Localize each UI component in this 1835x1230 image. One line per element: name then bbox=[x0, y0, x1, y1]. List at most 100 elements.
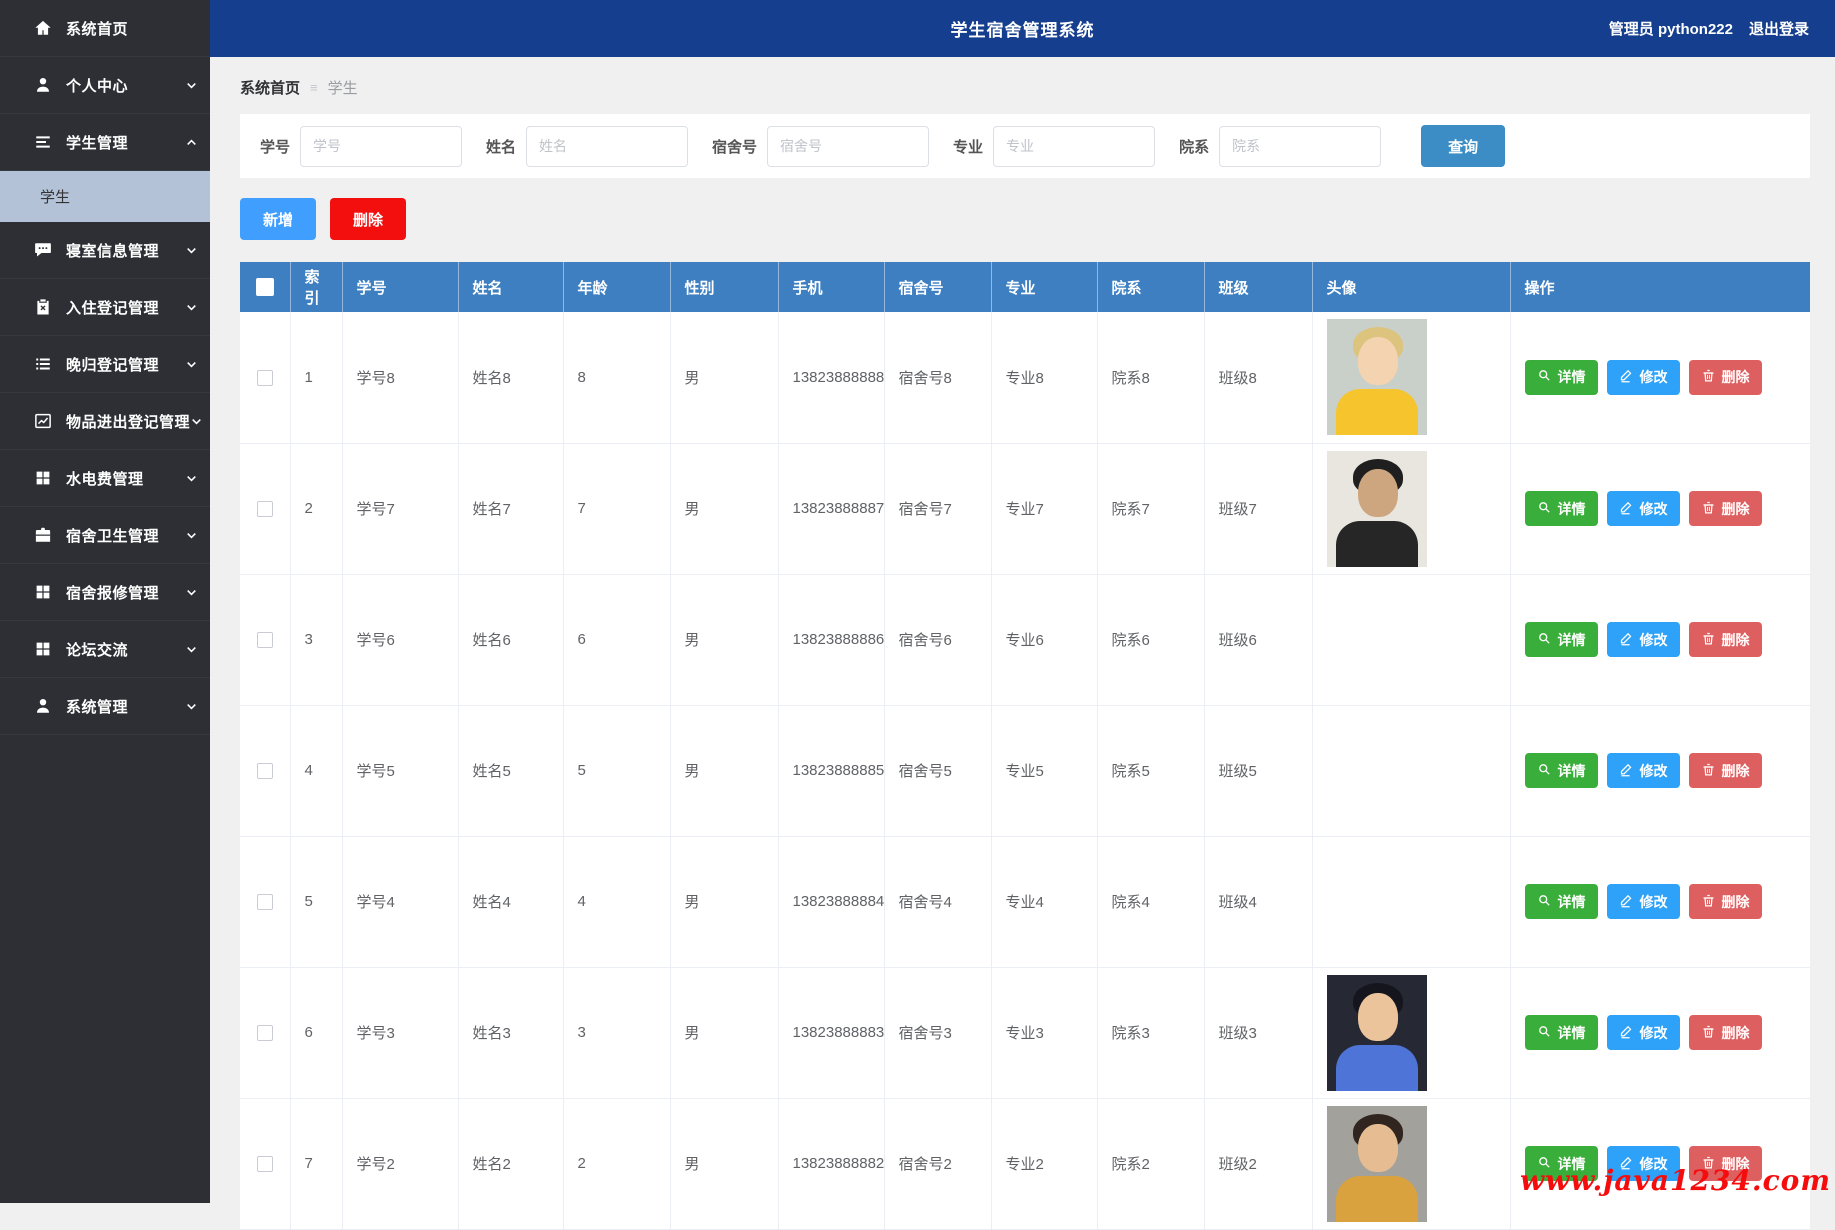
edit-button[interactable]: 修改 bbox=[1606, 491, 1680, 526]
row-checkbox[interactable] bbox=[256, 1156, 273, 1173]
cell-student_no: 学号3 bbox=[342, 967, 459, 1099]
add-button[interactable]: 新增 bbox=[240, 198, 316, 240]
cell-age: 5 bbox=[563, 705, 671, 837]
trash-icon bbox=[1701, 762, 1716, 780]
pencil-icon bbox=[1619, 893, 1634, 911]
edit-button[interactable]: 修改 bbox=[1606, 1015, 1680, 1050]
student-avatar bbox=[1326, 974, 1427, 1091]
cell-actions: 详情 修改 删除 bbox=[1510, 836, 1810, 968]
sidebar-subitem-active[interactable]: 学生 bbox=[0, 171, 210, 222]
logout-link[interactable]: 退出登录 bbox=[1749, 18, 1809, 39]
chevron-down-icon bbox=[185, 529, 198, 542]
sidebar-item-10[interactable]: 论坛交流 bbox=[0, 621, 210, 678]
user-icon bbox=[33, 75, 53, 95]
sidebar-item-6[interactable]: 物品进出登记管理 bbox=[0, 393, 210, 450]
pencil-icon bbox=[1619, 631, 1634, 649]
sidebar-item-3[interactable]: 寝室信息管理 bbox=[0, 222, 210, 279]
column-header-name: 姓名 bbox=[458, 262, 564, 312]
cell-dorm_no: 宿舍号5 bbox=[884, 705, 992, 837]
row-checkbox[interactable] bbox=[256, 1025, 273, 1042]
delete-button[interactable]: 删除 bbox=[330, 198, 406, 240]
row-checkbox[interactable] bbox=[256, 763, 273, 780]
sidebar-item-7[interactable]: 水电费管理 bbox=[0, 450, 210, 507]
row-checkbox[interactable] bbox=[256, 369, 273, 386]
cell-actions: 详情 修改 删除 bbox=[1510, 705, 1810, 837]
filter-group-1: 姓名 bbox=[486, 125, 689, 167]
filter-group-0: 学号 bbox=[260, 125, 463, 167]
clipboard-icon bbox=[33, 297, 53, 317]
row-checkbox[interactable] bbox=[256, 894, 273, 911]
chart-icon bbox=[33, 411, 53, 431]
grid-icon bbox=[33, 582, 53, 602]
sidebar-item-1[interactable]: 个人中心 bbox=[0, 57, 210, 114]
column-header-major: 专业 bbox=[991, 262, 1098, 312]
students-table: 索引 学号 姓名 年龄 性别 手机 宿舍号 专业 院系 班级 头像 操作 1 学号8 姓名8 8 男 13823… bbox=[240, 262, 1810, 1230]
detail-button[interactable]: 详情 bbox=[1524, 884, 1598, 919]
sidebar-item-label: 入住登记管理 bbox=[66, 299, 160, 317]
sidebar-item-11[interactable]: 系统管理 bbox=[0, 678, 210, 735]
cell-index: 5 bbox=[290, 836, 343, 968]
select-all-checkbox[interactable] bbox=[255, 278, 274, 297]
detail-button[interactable]: 详情 bbox=[1524, 753, 1598, 788]
edit-button[interactable]: 修改 bbox=[1606, 753, 1680, 788]
cell-major: 专业6 bbox=[991, 574, 1098, 706]
sidebar-item-8[interactable]: 宿舍卫生管理 bbox=[0, 507, 210, 564]
filter-label: 院系 bbox=[1179, 138, 1210, 156]
cell-department: 院系2 bbox=[1097, 1098, 1205, 1230]
filter-input-1[interactable] bbox=[526, 125, 689, 167]
search-button[interactable]: 查询 bbox=[1421, 125, 1506, 167]
sidebar-item-5[interactable]: 晚归登记管理 bbox=[0, 336, 210, 393]
sidebar-item-2[interactable]: 学生管理 bbox=[0, 114, 210, 171]
cell-name: 姓名5 bbox=[458, 705, 564, 837]
detail-button[interactable]: 详情 bbox=[1524, 1015, 1598, 1050]
trash-icon bbox=[1701, 1024, 1716, 1042]
edit-button[interactable]: 修改 bbox=[1606, 622, 1680, 657]
cell-checkbox bbox=[240, 705, 291, 837]
filter-input-4[interactable] bbox=[1219, 125, 1382, 167]
chevron-down-icon bbox=[185, 586, 198, 599]
sidebar-item-4[interactable]: 入住登记管理 bbox=[0, 279, 210, 336]
cell-phone: 13823888887 bbox=[778, 443, 885, 575]
sidebar-item-label: 宿舍报修管理 bbox=[66, 584, 160, 602]
row-checkbox[interactable] bbox=[256, 632, 273, 649]
student-avatar bbox=[1326, 450, 1427, 567]
sidebar-item-label: 水电费管理 bbox=[66, 470, 144, 488]
row-checkbox[interactable] bbox=[256, 501, 273, 518]
cell-age: 8 bbox=[563, 312, 671, 444]
row-delete-button[interactable]: 删除 bbox=[1688, 491, 1762, 526]
filter-input-3[interactable] bbox=[993, 125, 1156, 167]
current-user: 管理员 python222 bbox=[1608, 21, 1733, 38]
cell-department: 院系6 bbox=[1097, 574, 1205, 706]
edit-button[interactable]: 修改 bbox=[1606, 359, 1680, 395]
filter-input-0[interactable] bbox=[300, 125, 463, 167]
cell-avatar bbox=[1312, 967, 1511, 1099]
breadcrumb-home[interactable]: 系统首页 bbox=[240, 77, 300, 98]
breadcrumb: 系统首页 ≡ 学生 bbox=[240, 77, 1810, 98]
cell-class_name: 班级4 bbox=[1204, 836, 1313, 968]
cell-major: 专业4 bbox=[991, 836, 1098, 968]
row-delete-button[interactable]: 删除 bbox=[1688, 622, 1762, 657]
table-row: 6 学号3 姓名3 3 男 13823888883 宿舍号3 专业3 院系3 班级3 详情 修改 删除 bbox=[240, 967, 1810, 1099]
row-delete-button[interactable]: 删除 bbox=[1688, 359, 1762, 395]
detail-button[interactable]: 详情 bbox=[1524, 491, 1598, 526]
cell-actions: 详情 修改 删除 bbox=[1510, 574, 1810, 706]
detail-button[interactable]: 详情 bbox=[1524, 359, 1598, 395]
cell-checkbox bbox=[240, 443, 291, 575]
cell-class_name: 班级8 bbox=[1204, 312, 1313, 444]
cell-actions: 详情 修改 删除 bbox=[1510, 967, 1810, 1099]
column-header-gender: 性别 bbox=[670, 262, 779, 312]
cell-gender: 男 bbox=[670, 312, 779, 444]
cell-checkbox bbox=[240, 312, 291, 444]
sidebar-item-label: 系统管理 bbox=[66, 698, 129, 716]
filter-input-2[interactable] bbox=[767, 125, 930, 167]
cell-index: 4 bbox=[290, 705, 343, 837]
sidebar-item-0[interactable]: 系统首页 bbox=[0, 0, 210, 57]
row-delete-button[interactable]: 删除 bbox=[1688, 884, 1762, 919]
row-delete-button[interactable]: 删除 bbox=[1688, 753, 1762, 788]
edit-button[interactable]: 修改 bbox=[1606, 884, 1680, 919]
detail-button[interactable]: 详情 bbox=[1524, 622, 1598, 657]
cell-phone: 13823888884 bbox=[778, 836, 885, 968]
cell-major: 专业5 bbox=[991, 705, 1098, 837]
row-delete-button[interactable]: 删除 bbox=[1688, 1015, 1762, 1050]
sidebar-item-9[interactable]: 宿舍报修管理 bbox=[0, 564, 210, 621]
